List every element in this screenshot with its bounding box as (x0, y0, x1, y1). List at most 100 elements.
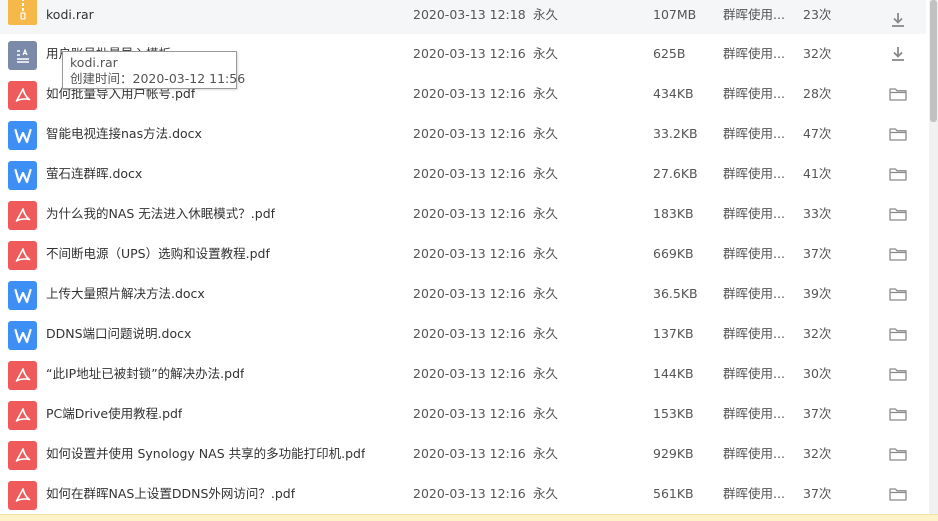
txt-file-icon (8, 41, 37, 70)
file-row[interactable]: 萤石连群晖.docx 2020-03-13 12:16 永久 27.6KB 群晖使用..… (0, 154, 926, 194)
pdf-file-icon (8, 481, 37, 510)
file-size: 625B (653, 46, 686, 61)
expiry: 永久 (533, 286, 559, 301)
file-name[interactable]: DDNS端口问题说明.docx (46, 326, 191, 342)
file-row[interactable]: 如何设置并使用 Synology NAS 共享的多功能打印机.pdf 2020-0… (0, 434, 926, 474)
word-file-icon (8, 281, 37, 310)
source-folder: 群晖使用... (723, 366, 785, 381)
folder-icon[interactable] (884, 163, 912, 185)
file-name[interactable]: 如何在群晖NAS上设置DDNS外网访问？.pdf (46, 486, 295, 502)
folder-icon[interactable] (884, 203, 912, 225)
download-count: 37次 (803, 406, 832, 421)
file-size: 33.2KB (653, 126, 698, 141)
upload-date: 2020-03-13 12:18 (413, 7, 526, 22)
file-size: 183KB (653, 206, 694, 221)
file-name[interactable]: 不间断电源（UPS）选购和设置教程.pdf (46, 246, 270, 262)
file-row[interactable]: 智能电视连接nas方法.docx 2020-03-13 12:16 永久 33.2KB… (0, 114, 926, 154)
source-folder: 群晖使用... (723, 406, 785, 421)
tooltip-title: kodi.rar (70, 55, 118, 70)
file-row[interactable]: 为什么我的NAS 无法进入休眠模式？.pdf 2020-03-13 12:16 永久… (0, 194, 926, 234)
source-folder: 群晖使用... (723, 326, 785, 341)
download-count: 32次 (803, 326, 832, 341)
upload-date: 2020-03-13 12:16 (413, 406, 526, 421)
file-name[interactable]: 智能电视连接nas方法.docx (46, 126, 202, 142)
pdf-file-icon (8, 201, 37, 230)
file-row[interactable]: kodi.rar 2020-03-13 12:18 永久 107MB 群晖使用... 23… (0, 0, 926, 34)
upload-date: 2020-03-13 12:16 (413, 486, 526, 501)
folder-icon[interactable] (884, 403, 912, 425)
upload-date: 2020-03-13 12:16 (413, 246, 526, 261)
download-count: 41次 (803, 166, 832, 181)
source-folder: 群晖使用... (723, 86, 785, 101)
folder-icon[interactable] (884, 443, 912, 465)
file-row[interactable]: 如何在群晖NAS上设置DDNS外网访问？.pdf 2020-03-13 12:16… (0, 474, 926, 514)
file-row[interactable]: 上传大量照片解决方法.docx 2020-03-13 12:16 永久 36.5KB 群… (0, 274, 926, 314)
expiry: 永久 (533, 246, 559, 261)
source-folder: 群晖使用... (723, 46, 785, 61)
folder-icon[interactable] (884, 323, 912, 345)
word-file-icon (8, 321, 37, 350)
expiry: 永久 (533, 166, 559, 181)
folder-icon[interactable] (884, 83, 912, 105)
download-count: 23次 (803, 7, 832, 22)
download-count: 30次 (803, 366, 832, 381)
word-file-icon (8, 121, 37, 150)
upload-date: 2020-03-13 12:16 (413, 446, 526, 461)
source-folder: 群晖使用... (723, 446, 785, 461)
pdf-file-icon (8, 241, 37, 270)
expiry: 永久 (533, 46, 559, 61)
pdf-file-icon (8, 81, 37, 110)
download-count: 37次 (803, 246, 832, 261)
folder-icon[interactable] (884, 123, 912, 145)
file-name[interactable]: 如何设置并使用 Synology NAS 共享的多功能打印机.pdf (46, 446, 365, 462)
file-size: 153KB (653, 406, 694, 421)
rar-file-icon (8, 0, 37, 25)
filename-tooltip: kodi.rar 创建时间：2020-03-12 11:56 (62, 51, 246, 89)
upload-date: 2020-03-13 12:16 (413, 326, 526, 341)
file-row[interactable]: PC端Drive使用教程.pdf 2020-03-13 12:16 永久 153KB 群… (0, 394, 926, 434)
file-row[interactable]: DDNS端口问题说明.docx 2020-03-13 12:16 永久 137KB 群晖… (0, 314, 926, 354)
file-size: 144KB (653, 366, 694, 381)
download-count: 39次 (803, 286, 832, 301)
word-file-icon (8, 161, 37, 190)
folder-icon[interactable] (884, 283, 912, 305)
download-count: 37次 (803, 486, 832, 501)
file-name[interactable]: 上传大量照片解决方法.docx (46, 286, 205, 302)
expiry: 永久 (533, 86, 559, 101)
expiry: 永久 (533, 406, 559, 421)
folder-icon[interactable] (884, 243, 912, 265)
download-count: 33次 (803, 206, 832, 221)
upload-date: 2020-03-13 12:16 (413, 286, 526, 301)
download-count: 32次 (803, 446, 832, 461)
expiry: 永久 (533, 126, 559, 141)
source-folder: 群晖使用... (723, 126, 785, 141)
expiry: 永久 (533, 326, 559, 341)
source-folder: 群晖使用... (723, 166, 785, 181)
download-icon[interactable] (884, 43, 912, 65)
file-row[interactable]: 不间断电源（UPS）选购和设置教程.pdf 2020-03-13 12:16 永久 6… (0, 234, 926, 274)
file-name[interactable]: PC端Drive使用教程.pdf (46, 406, 182, 422)
file-row[interactable]: “此IP地址已被封锁”的解决办法.pdf 2020-03-13 12:16 永久 14… (0, 354, 926, 394)
download-count: 32次 (803, 46, 832, 61)
file-name[interactable]: kodi.rar (46, 7, 94, 23)
folder-icon[interactable] (884, 483, 912, 505)
vertical-scrollbar[interactable] (929, 0, 938, 521)
tooltip-created-time: 创建时间：2020-03-12 11:56 (70, 71, 246, 86)
download-icon[interactable] (884, 9, 912, 31)
source-folder: 群晖使用... (723, 206, 785, 221)
file-name[interactable]: 萤石连群晖.docx (46, 166, 142, 182)
folder-icon[interactable] (884, 363, 912, 385)
file-size: 561KB (653, 486, 694, 501)
expiry: 永久 (533, 366, 559, 381)
upload-date: 2020-03-13 12:16 (413, 166, 526, 181)
bottom-highlight-bar (0, 514, 938, 521)
expiry: 永久 (533, 446, 559, 461)
expiry: 永久 (533, 486, 559, 501)
file-name[interactable]: 为什么我的NAS 无法进入休眠模式？.pdf (46, 206, 275, 222)
pdf-file-icon (8, 441, 37, 470)
pdf-file-icon (8, 361, 37, 390)
upload-date: 2020-03-13 12:16 (413, 206, 526, 221)
scrollbar-thumb[interactable] (930, 0, 937, 122)
source-folder: 群晖使用... (723, 286, 785, 301)
file-name[interactable]: “此IP地址已被封锁”的解决办法.pdf (46, 366, 244, 382)
